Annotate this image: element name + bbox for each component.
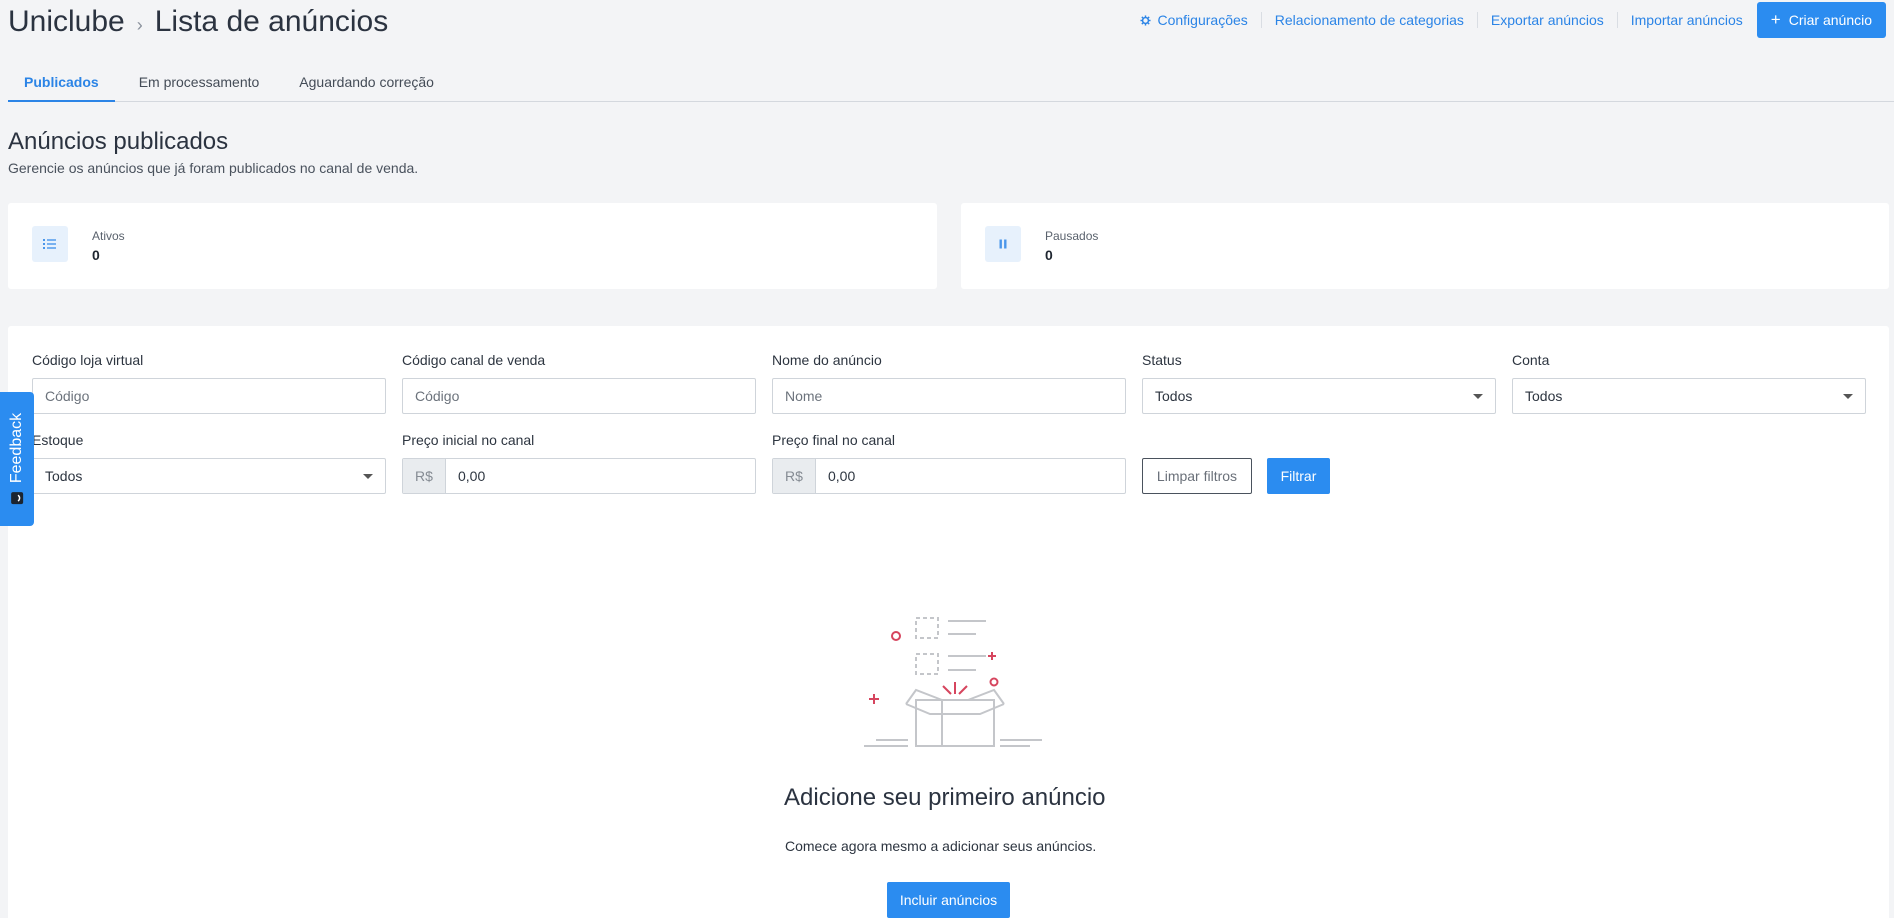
empty-box-illustration — [864, 617, 1042, 747]
status-label: Status — [1142, 352, 1182, 368]
caret-down-icon — [363, 474, 373, 479]
import-ads-link[interactable]: Importar anúncios — [1616, 12, 1756, 28]
feedback-tab[interactable]: Feedback — [0, 392, 34, 526]
caret-down-icon — [1843, 394, 1853, 399]
currency-prefix: R$ — [773, 459, 816, 493]
clear-filters-button[interactable]: Limpar filtros — [1142, 458, 1252, 494]
ads-list-panel: Código loja virtual Código Código canal … — [8, 326, 1889, 918]
tabs: Publicados Em processamento Aguardando c… — [8, 68, 1894, 102]
currency-prefix: R$ — [403, 459, 446, 493]
store-code-label: Código loja virtual — [32, 352, 144, 368]
pause-icon — [985, 226, 1021, 262]
paused-ads-card: Pausados 0 — [961, 203, 1889, 289]
stock-label: Estoque — [32, 432, 84, 448]
tab-awaiting-correction[interactable]: Aguardando correção — [283, 68, 450, 102]
settings-label: Configurações — [1157, 12, 1248, 28]
account-value: Todos — [1525, 388, 1563, 404]
active-label: Ativos — [92, 229, 125, 243]
empty-state-subtitle: Comece agora mesmo a adicionar seus anún… — [785, 838, 1097, 854]
store-code-input[interactable]: Código — [32, 378, 386, 414]
category-mapping-label: Relacionamento de categorias — [1274, 12, 1464, 28]
plus-icon: + — [1770, 10, 1781, 29]
price-end-input[interactable]: R$ 0,00 — [772, 458, 1126, 494]
export-ads-label: Exportar anúncios — [1490, 12, 1604, 28]
add-ads-button[interactable]: Incluir anúncios — [887, 882, 1010, 918]
paused-count: 0 — [1045, 247, 1053, 263]
status-select[interactable]: Todos — [1142, 378, 1496, 414]
account-label: Conta — [1512, 352, 1550, 368]
category-mapping-link[interactable]: Relacionamento de categorias — [1260, 12, 1477, 28]
account-select[interactable]: Todos — [1512, 378, 1866, 414]
list-icon — [32, 226, 68, 262]
price-end-value: 0,00 — [828, 468, 856, 484]
channel-code-label: Código canal de venda — [402, 352, 546, 368]
ad-name-input[interactable]: Nome — [772, 378, 1126, 414]
price-start-label: Preço inicial no canal — [402, 432, 535, 448]
import-ads-label: Importar anúncios — [1630, 12, 1743, 28]
ad-name-label: Nome do anúncio — [772, 352, 882, 368]
caret-down-icon — [1473, 394, 1483, 399]
active-ads-card: Ativos 0 — [8, 203, 937, 289]
section-subtitle: Gerencie os anúncios que já foram public… — [8, 160, 419, 176]
settings-link[interactable]: Configurações — [1127, 12, 1260, 28]
stock-select[interactable]: Todos — [32, 458, 386, 494]
channel-code-input[interactable]: Código — [402, 378, 756, 414]
page-title: Lista de anúncios — [154, 5, 389, 38]
breadcrumb-separator: › — [136, 14, 143, 35]
feedback-icon — [11, 492, 24, 505]
tab-processing[interactable]: Em processamento — [123, 68, 276, 102]
export-ads-link[interactable]: Exportar anúncios — [1476, 12, 1617, 28]
empty-state-title: Adicione seu primeiro anúncio — [784, 784, 1106, 811]
active-count: 0 — [92, 247, 100, 263]
stock-value: Todos — [45, 468, 83, 484]
header-actions: Configurações Relacionamento de categori… — [1127, 2, 1886, 38]
tab-published[interactable]: Publicados — [8, 68, 115, 102]
status-value: Todos — [1155, 388, 1193, 404]
section-title: Anúncios publicados — [8, 128, 229, 155]
filter-button[interactable]: Filtrar — [1267, 458, 1330, 494]
price-start-value: 0,00 — [458, 468, 486, 484]
feedback-label: Feedback — [8, 412, 26, 484]
gear-icon — [1140, 14, 1152, 26]
breadcrumb: Uniclube › Lista de anúncios — [8, 5, 388, 39]
price-end-label: Preço final no canal — [772, 432, 895, 448]
create-ad-button[interactable]: + Criar anúncio — [1756, 2, 1886, 38]
price-start-input[interactable]: R$ 0,00 — [402, 458, 756, 494]
breadcrumb-root[interactable]: Uniclube — [8, 5, 125, 39]
create-ad-label: Criar anúncio — [1788, 12, 1872, 28]
paused-label: Pausados — [1045, 229, 1099, 243]
